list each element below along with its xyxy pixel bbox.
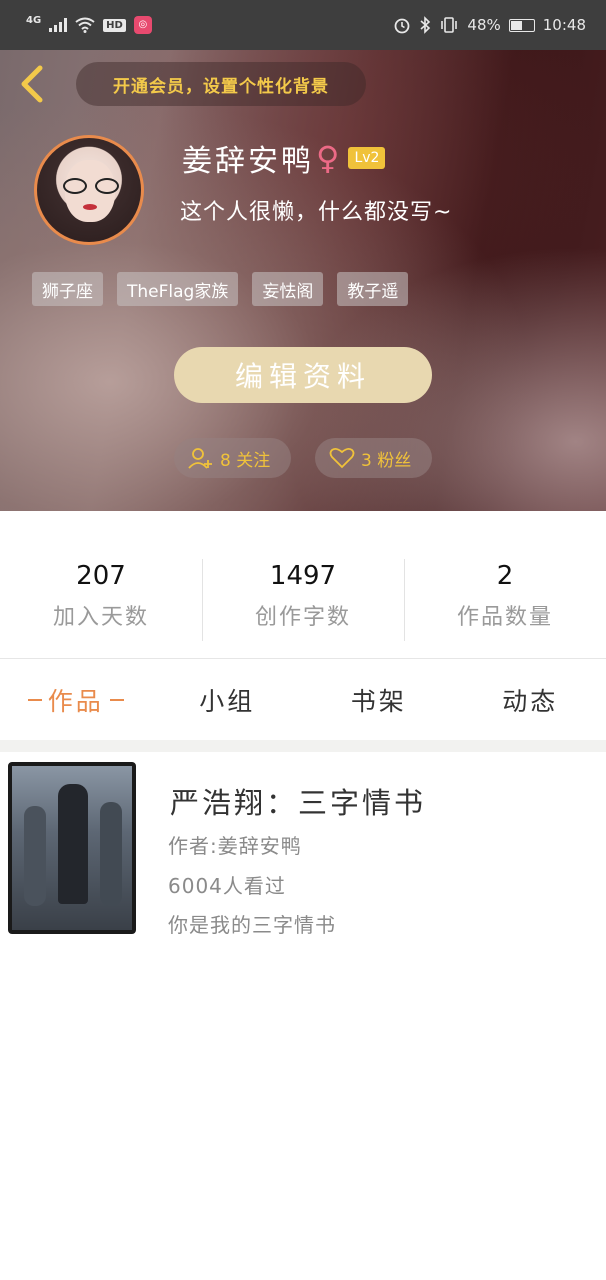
tab-activity[interactable]: 动态 bbox=[455, 660, 606, 740]
tab-groups[interactable]: 小组 bbox=[152, 660, 304, 740]
level-badge: Lv2 bbox=[348, 147, 386, 169]
stat-join-days: 207 加入天数 bbox=[0, 511, 202, 658]
stat-value: 2 bbox=[496, 560, 514, 591]
work-author: 作者:姜辞安鸭 bbox=[168, 834, 302, 858]
profile-tabs: 作品 小组 书架 动态 bbox=[0, 660, 606, 740]
stat-value: 207 bbox=[76, 560, 126, 591]
clock: 10:48 bbox=[542, 16, 586, 34]
network-type: 4G bbox=[26, 14, 42, 26]
stat-label: 作品数量 bbox=[456, 604, 553, 630]
vibrate-icon bbox=[441, 17, 458, 33]
battery-icon bbox=[508, 18, 535, 32]
stat-works-count: 2 作品数量 bbox=[404, 511, 606, 658]
battery-percent: 48% bbox=[467, 16, 501, 34]
active-indicator bbox=[27, 699, 42, 701]
stat-value: 1497 bbox=[269, 560, 337, 591]
hd-badge: HD bbox=[103, 18, 126, 32]
avatar-lips bbox=[83, 204, 97, 210]
followers-button[interactable]: 3 粉丝 bbox=[315, 438, 432, 478]
back-button[interactable] bbox=[16, 64, 52, 104]
bio-text: 这个人很懒，什么都没写~ bbox=[180, 200, 453, 225]
cover-figure bbox=[100, 802, 122, 906]
tab-bookshelf[interactable]: 书架 bbox=[303, 660, 455, 740]
work-title[interactable]: 严浩翔：三字情书 bbox=[170, 780, 426, 822]
divider bbox=[0, 740, 606, 752]
follow-row: 8 关注 3 粉丝 bbox=[174, 438, 432, 478]
tab-label: 动态 bbox=[502, 687, 559, 716]
followers-count: 3 粉丝 bbox=[361, 450, 412, 471]
tab-works[interactable]: 作品 bbox=[0, 660, 152, 740]
stat-label: 加入天数 bbox=[52, 604, 149, 630]
work-list-item[interactable]: 严浩翔：三字情书 作者:姜辞安鸭 6004人看过 你是我的三字情书 bbox=[0, 752, 606, 950]
status-bar: 4G HD ◎ 48% 10:48 bbox=[0, 0, 606, 50]
tag-item[interactable]: TheFlag家族 bbox=[117, 272, 239, 306]
avatar-glasses bbox=[63, 178, 119, 194]
stats-row: 207 加入天数 1497 创作字数 2 作品数量 bbox=[0, 511, 606, 659]
tab-label: 小组 bbox=[199, 687, 256, 716]
username-row: 姜辞安鸭 ♀ Lv2 bbox=[182, 136, 386, 180]
tab-label: 作品 bbox=[47, 687, 104, 716]
heart-icon bbox=[329, 447, 355, 469]
female-icon: ♀ bbox=[316, 139, 343, 177]
username: 姜辞安鸭 bbox=[182, 144, 314, 179]
alarm-icon bbox=[395, 18, 410, 34]
work-cover-image[interactable] bbox=[8, 762, 136, 934]
bluetooth-icon bbox=[420, 16, 431, 34]
cover-figure bbox=[24, 806, 46, 906]
profile-header: 开通会员，设置个性化背景 姜辞安鸭 ♀ Lv2 这个人很懒，什么都没写~ 狮子座… bbox=[0, 50, 606, 511]
work-views: 6004人看过 bbox=[168, 874, 286, 898]
tag-list: 狮子座 TheFlag家族 妄怯阁 教子遥 bbox=[32, 272, 409, 306]
add-user-icon bbox=[188, 448, 212, 469]
work-description: 你是我的三字情书 bbox=[168, 913, 336, 937]
stat-label: 创作字数 bbox=[254, 604, 351, 630]
tag-item[interactable]: 妄怯阁 bbox=[252, 272, 324, 306]
active-indicator bbox=[109, 699, 124, 701]
vip-background-prompt[interactable]: 开通会员，设置个性化背景 bbox=[76, 62, 366, 106]
tab-label: 书架 bbox=[350, 687, 407, 716]
stat-word-count: 1497 创作字数 bbox=[202, 511, 404, 658]
avatar[interactable] bbox=[34, 135, 144, 245]
following-button[interactable]: 8 关注 bbox=[174, 438, 291, 478]
edit-profile-button[interactable]: 编辑资料 bbox=[174, 347, 432, 403]
following-count: 8 关注 bbox=[220, 450, 271, 471]
wifi-icon bbox=[75, 17, 95, 33]
signal-icon bbox=[49, 18, 68, 32]
chevron-left-icon bbox=[21, 65, 43, 103]
app-notification-icon: ◎ bbox=[133, 16, 152, 34]
cover-figure bbox=[58, 784, 88, 904]
tag-item[interactable]: 教子遥 bbox=[337, 272, 409, 306]
tag-item[interactable]: 狮子座 bbox=[32, 272, 103, 306]
